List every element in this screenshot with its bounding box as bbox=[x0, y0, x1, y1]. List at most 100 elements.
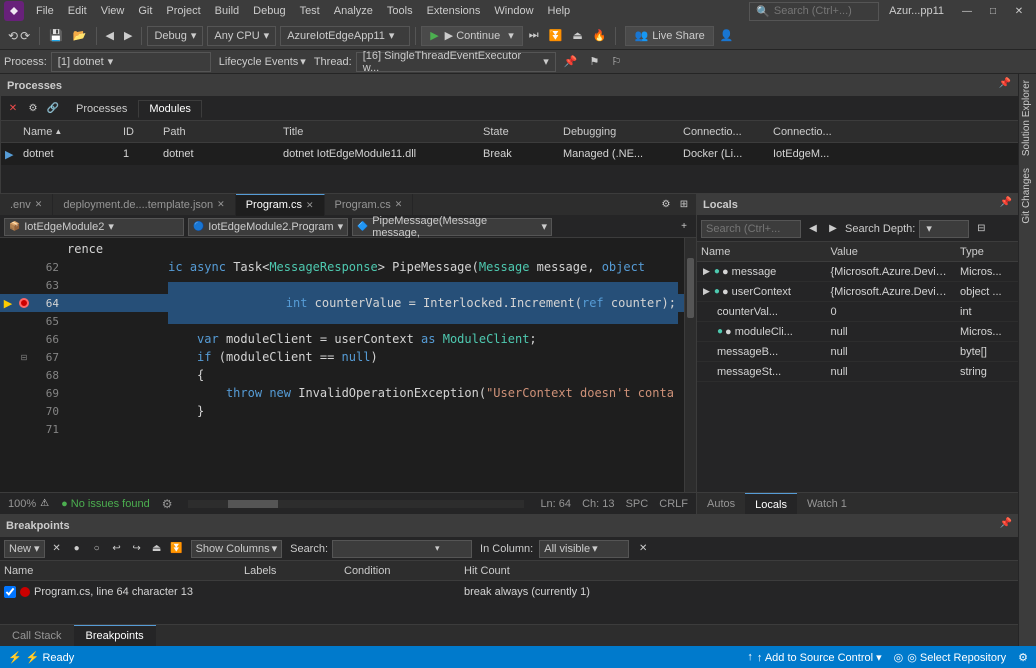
global-search-box[interactable]: 🔍 bbox=[749, 2, 879, 21]
menu-tools[interactable]: Tools bbox=[381, 3, 419, 19]
scrollbar[interactable] bbox=[684, 238, 696, 492]
process-settings-icon[interactable]: ⚙ bbox=[25, 101, 41, 117]
col-debugging[interactable]: Debugging bbox=[559, 126, 679, 138]
maximize-button[interactable]: □ bbox=[980, 0, 1006, 22]
thread-flags-btn[interactable]: ⚑ bbox=[585, 53, 603, 70]
debug-mode-dropdown[interactable]: Debug ▾ bbox=[147, 26, 203, 46]
menu-help[interactable]: Help bbox=[542, 3, 577, 19]
zoom-level[interactable]: 100% bbox=[8, 498, 36, 510]
target-dropdown[interactable]: AzureIotEdgeApp11 ▾ bbox=[280, 26, 410, 46]
menu-window[interactable]: Window bbox=[488, 3, 539, 19]
locals-options-icon[interactable]: ⊟ bbox=[973, 221, 989, 237]
menu-project[interactable]: Project bbox=[160, 3, 206, 19]
class-dropdown[interactable]: 🔵 IotEdgeModule2.Program ▾ bbox=[188, 218, 348, 236]
tab-deployment-close[interactable]: ✕ bbox=[217, 199, 225, 210]
process-row[interactable]: ▶ dotnet 1 dotnet dotnet IotEdgeModule11… bbox=[1, 143, 1035, 165]
pin-icon[interactable]: 📌 bbox=[999, 78, 1011, 94]
menu-analyze[interactable]: Analyze bbox=[328, 3, 379, 19]
locals-row-message[interactable]: ▶ ● ● message {Microsoft.Azure.Devices.C… bbox=[697, 262, 1036, 282]
continue-button[interactable]: ▶ ▶ Continue ▾ bbox=[421, 26, 523, 46]
method-dropdown[interactable]: 🔷 PipeMessage(Message message, ▾ bbox=[352, 218, 552, 236]
col-conn2[interactable]: Connectio... bbox=[769, 126, 859, 138]
toolbar-save[interactable]: 💾 bbox=[45, 27, 67, 44]
search-nav-fwd-icon[interactable]: ▶ bbox=[825, 221, 841, 237]
locals-row-messagebytes[interactable]: messageB... null byte[] bbox=[697, 342, 1036, 362]
select-repository[interactable]: ◎ ◎ Select Repository bbox=[894, 651, 1006, 664]
toolbar-hot-reload[interactable]: 🔥 bbox=[589, 27, 611, 44]
toolbar-debug-step-out[interactable]: ⏏ bbox=[568, 27, 586, 44]
show-columns-button[interactable]: Show Columns ▾ bbox=[191, 540, 283, 558]
locals-search-input[interactable] bbox=[701, 220, 801, 238]
bp-data-row[interactable]: Program.cs, line 64 character 13 break a… bbox=[0, 581, 1036, 603]
locals-tab-watch1[interactable]: Watch 1 bbox=[797, 493, 857, 514]
live-share-button[interactable]: 👥 Live Share bbox=[625, 26, 713, 46]
bp-search-input[interactable] bbox=[333, 543, 433, 555]
menu-test[interactable]: Test bbox=[294, 3, 326, 19]
bp-go-source-icon[interactable]: ↩ bbox=[109, 541, 125, 557]
toolbar-undo-redo[interactable]: ⟲⟳ bbox=[4, 27, 34, 45]
menu-build[interactable]: Build bbox=[209, 3, 245, 19]
toolbar-account[interactable]: 👤 bbox=[716, 27, 738, 44]
locals-tab-locals[interactable]: Locals bbox=[745, 493, 797, 514]
col-state[interactable]: State bbox=[479, 126, 559, 138]
bp-clear-search-icon[interactable]: ✕ bbox=[635, 541, 651, 557]
locals-tab-autos[interactable]: Autos bbox=[697, 493, 745, 514]
tab-modules[interactable]: Modules bbox=[138, 100, 202, 118]
locals-row-moduleclient[interactable]: ● ● moduleCli... null Micros... bbox=[697, 322, 1036, 342]
new-breakpoint-button[interactable]: New ▾ bbox=[4, 540, 45, 558]
add-source-control[interactable]: ↑ ↑ Add to Source Control ▾ bbox=[747, 651, 881, 664]
bp-disable-all-icon[interactable]: ○ bbox=[89, 541, 105, 557]
module-dropdown[interactable]: 📦 IotEdgeModule2 ▾ bbox=[4, 218, 184, 236]
menu-edit[interactable]: Edit bbox=[62, 3, 93, 19]
thread-nav-btn[interactable]: 📌 bbox=[560, 53, 582, 70]
process-dropdown[interactable]: [1] dotnet ▾ bbox=[51, 52, 211, 72]
expand-icon[interactable]: ▶ bbox=[701, 266, 712, 277]
tab-deployment[interactable]: deployment.de....template.json ✕ bbox=[53, 194, 235, 216]
locals-row-messagestr[interactable]: messageSt... null string bbox=[697, 362, 1036, 382]
status-settings-icon[interactable]: ⚙ bbox=[1018, 651, 1028, 664]
bp-checkbox[interactable] bbox=[4, 586, 16, 598]
in-column-dropdown[interactable]: All visible ▾ bbox=[539, 540, 629, 558]
thread-dropdown[interactable]: [16] SingleThreadEventExecutor w... ▾ bbox=[356, 52, 556, 72]
col-id[interactable]: ID bbox=[119, 126, 159, 138]
toolbar-debug-step-into[interactable]: ⏬ bbox=[545, 27, 567, 44]
global-search-input[interactable] bbox=[774, 5, 864, 17]
col-name[interactable]: Name ▲ bbox=[19, 126, 119, 138]
toolbar-back[interactable]: ◀ bbox=[102, 27, 118, 44]
menu-git[interactable]: Git bbox=[132, 3, 158, 19]
search-depth-dropdown[interactable]: ▾ bbox=[919, 220, 969, 238]
process-attach-icon[interactable]: 🔗 bbox=[45, 101, 61, 117]
tab-program-cs-1-close[interactable]: ✕ bbox=[306, 200, 314, 211]
minimize-button[interactable]: — bbox=[954, 0, 980, 22]
close-button[interactable]: ✕ bbox=[1006, 0, 1032, 22]
bp-nav-icon[interactable]: ↪ bbox=[129, 541, 145, 557]
menu-file[interactable]: File bbox=[30, 3, 60, 19]
tab-call-stack[interactable]: Call Stack bbox=[0, 625, 74, 647]
process-close-icon[interactable]: ✕ bbox=[5, 101, 21, 117]
tab-env-close[interactable]: ✕ bbox=[35, 199, 43, 210]
tab-program-cs-1[interactable]: Program.cs ✕ bbox=[236, 194, 325, 216]
locals-row-usercontext[interactable]: ▶ ● ● userContext {Microsoft.Azure.Devic… bbox=[697, 282, 1036, 302]
locals-pin-icon[interactable]: 📌 bbox=[1000, 197, 1012, 213]
menu-view[interactable]: View bbox=[95, 3, 131, 19]
scroll-thumb[interactable] bbox=[228, 500, 278, 508]
bp-pin-icon[interactable]: 📌 bbox=[1000, 518, 1012, 534]
menu-debug[interactable]: Debug bbox=[247, 3, 291, 19]
scrollbar-thumb[interactable] bbox=[687, 258, 694, 318]
gear-icon[interactable]: ⚙ bbox=[162, 497, 173, 511]
search-nav-back-icon[interactable]: ◀ bbox=[805, 221, 821, 237]
thread-all-btn[interactable]: ⚐ bbox=[607, 53, 625, 70]
solution-explorer-label[interactable]: Solution Explorer bbox=[1019, 74, 1036, 162]
toolbar-debug-step-over[interactable]: ⏭ bbox=[525, 27, 543, 44]
col-path[interactable]: Path bbox=[159, 126, 279, 138]
toolbar-open[interactable]: 📂 bbox=[69, 27, 91, 44]
locals-row-counterval[interactable]: counterVal... 0 int bbox=[697, 302, 1036, 322]
tab-program-cs-2-close[interactable]: ✕ bbox=[395, 199, 403, 210]
editor-add-icon[interactable]: + bbox=[676, 219, 692, 235]
lifecycle-events-button[interactable]: Lifecycle Events ▾ bbox=[215, 54, 310, 69]
editor-split-icon[interactable]: ⊞ bbox=[676, 197, 692, 213]
tab-processes[interactable]: Processes bbox=[65, 100, 138, 118]
bp-delete-icon[interactable]: ✕ bbox=[49, 541, 65, 557]
toolbar-forward[interactable]: ▶ bbox=[120, 27, 136, 44]
menu-extensions[interactable]: Extensions bbox=[421, 3, 487, 19]
